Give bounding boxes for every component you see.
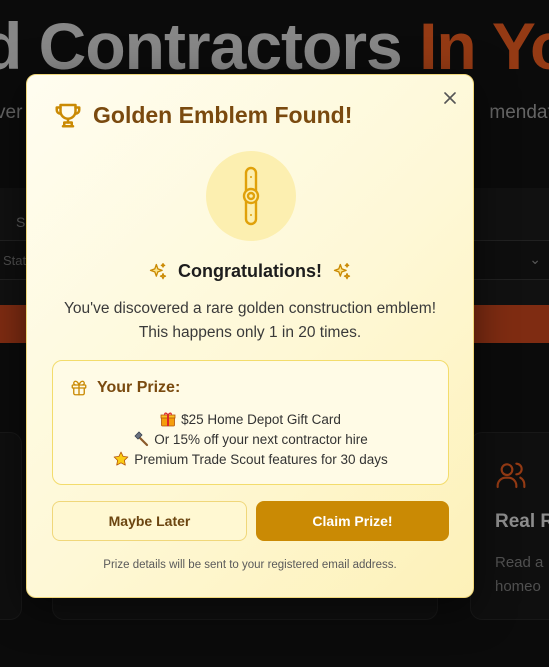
prize-text: Or 15% off your next contractor hire: [154, 431, 368, 447]
modal-title: Golden Emblem Found!: [93, 101, 353, 128]
prize-list: $25 Home Depot Gift Card Or 15% off your…: [53, 409, 448, 469]
prize-item: Premium Trade Scout features for 30 days: [53, 449, 448, 469]
modal-description: You've discovered a rare golden construc…: [63, 300, 436, 341]
prize-text: Premium Trade Scout features for 30 days: [134, 451, 388, 467]
hammer-icon: [134, 431, 149, 447]
sparkle-icon: [333, 262, 351, 279]
prize-item: Or 15% off your next contractor hire: [53, 429, 448, 449]
close-button[interactable]: [441, 89, 459, 107]
prize-box: Your Prize: $25 Home Depot Gift Card Or …: [52, 360, 449, 485]
congrats-text: Congratulations!: [178, 261, 322, 281]
gift-emoji-icon: [160, 412, 176, 427]
modal-header: Golden Emblem Found!: [53, 99, 352, 131]
claim-prize-button[interactable]: Claim Prize!: [256, 501, 449, 541]
trophy-icon: [55, 103, 81, 128]
prize-title: Your Prize:: [97, 379, 181, 396]
prize-header: Your Prize:: [70, 379, 180, 397]
close-icon: [444, 92, 456, 104]
star-icon: [113, 451, 129, 466]
golden-emblem-icon: [242, 166, 260, 226]
prize-item: $25 Home Depot Gift Card: [53, 409, 448, 429]
gift-icon: [71, 380, 87, 396]
sparkle-icon: [149, 262, 167, 279]
emblem-badge: [206, 151, 296, 241]
prize-text: $25 Home Depot Gift Card: [181, 411, 341, 427]
prize-footnote: Prize details will be sent to your regis…: [103, 559, 397, 571]
maybe-later-button[interactable]: Maybe Later: [52, 501, 247, 541]
congrats-row: Congratulations!: [27, 261, 473, 282]
golden-emblem-modal: Golden Emblem Found! Congratulations! Yo…: [26, 74, 474, 598]
